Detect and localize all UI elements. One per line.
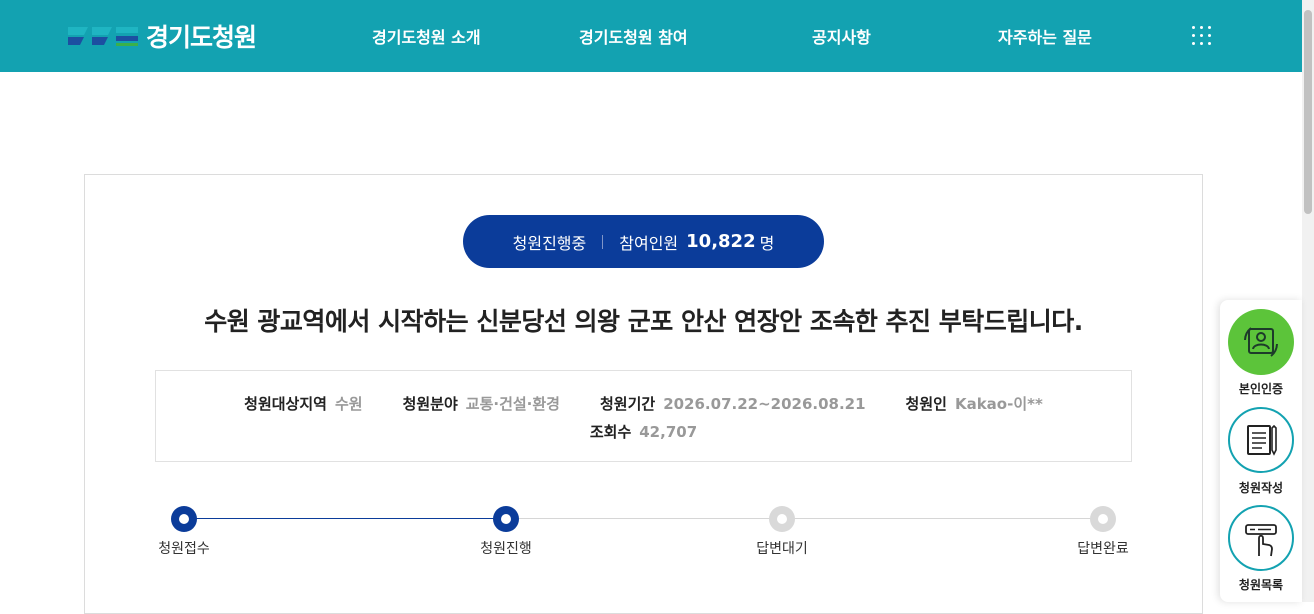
nav-notice[interactable]: 공지사항 <box>812 24 871 48</box>
quick-write-button[interactable] <box>1228 407 1294 473</box>
site-header: 경기도청원 경기도청원 소개 경기도청원 참여 공지사항 자주하는 질문 <box>0 0 1302 72</box>
pill-divider <box>602 234 604 249</box>
list-touch-icon <box>1245 524 1277 557</box>
participants-unit: 명 <box>759 233 775 253</box>
status-text: 청원진행중 <box>512 233 587 253</box>
info-period: 청원기간 2026.07.22~2026.08.21 <box>599 395 866 413</box>
quick-list-button[interactable] <box>1228 505 1294 571</box>
participants-label: 참여인원 <box>619 233 679 253</box>
scrollbar-thumb[interactable] <box>1304 10 1312 214</box>
quick-verify-button[interactable] <box>1228 309 1294 375</box>
quick-list-label: 청원목록 <box>1238 578 1284 592</box>
nav-about[interactable]: 경기도청원 소개 <box>372 24 481 48</box>
quick-verify-label: 본인인증 <box>1238 382 1284 396</box>
page-scrollbar[interactable] <box>1302 0 1314 602</box>
logo-mark-icon <box>68 27 138 46</box>
participants-count: 10,822 <box>686 231 756 252</box>
petition-status-badge: 청원진행중 참여인원 10,822 명 <box>463 215 824 268</box>
all-menu-grid-icon[interactable] <box>1192 26 1214 48</box>
info-petitioner: 청원인 Kakao-이** <box>905 395 1043 413</box>
petition-title: 수원 광교역에서 시작하는 신분당선 의왕 군포 안산 연장안 조속한 추진 부… <box>204 307 1083 336</box>
site-logo[interactable]: 경기도청원 <box>66 20 257 52</box>
logo-text: 경기도청원 <box>146 23 257 52</box>
petition-info-box: 청원대상지역 수원 청원분야 교통·건설·환경 청원기간 2026.07.22~202… <box>155 370 1132 462</box>
nav-faq[interactable]: 자주하는 질문 <box>998 24 1092 48</box>
info-field: 청원분야 교통·건설·환경 <box>402 395 560 413</box>
info-region: 청원대상지역 수원 <box>244 395 363 413</box>
id-verify-icon <box>1244 327 1278 357</box>
quick-menu: 본인인증 청원작성 청원목록 <box>1220 300 1302 602</box>
quick-write-label: 청원작성 <box>1238 481 1284 495</box>
nav-participate[interactable]: 경기도청원 참여 <box>579 24 688 48</box>
write-document-icon <box>1247 424 1277 456</box>
info-views: 조회수 42,707 <box>589 423 698 441</box>
